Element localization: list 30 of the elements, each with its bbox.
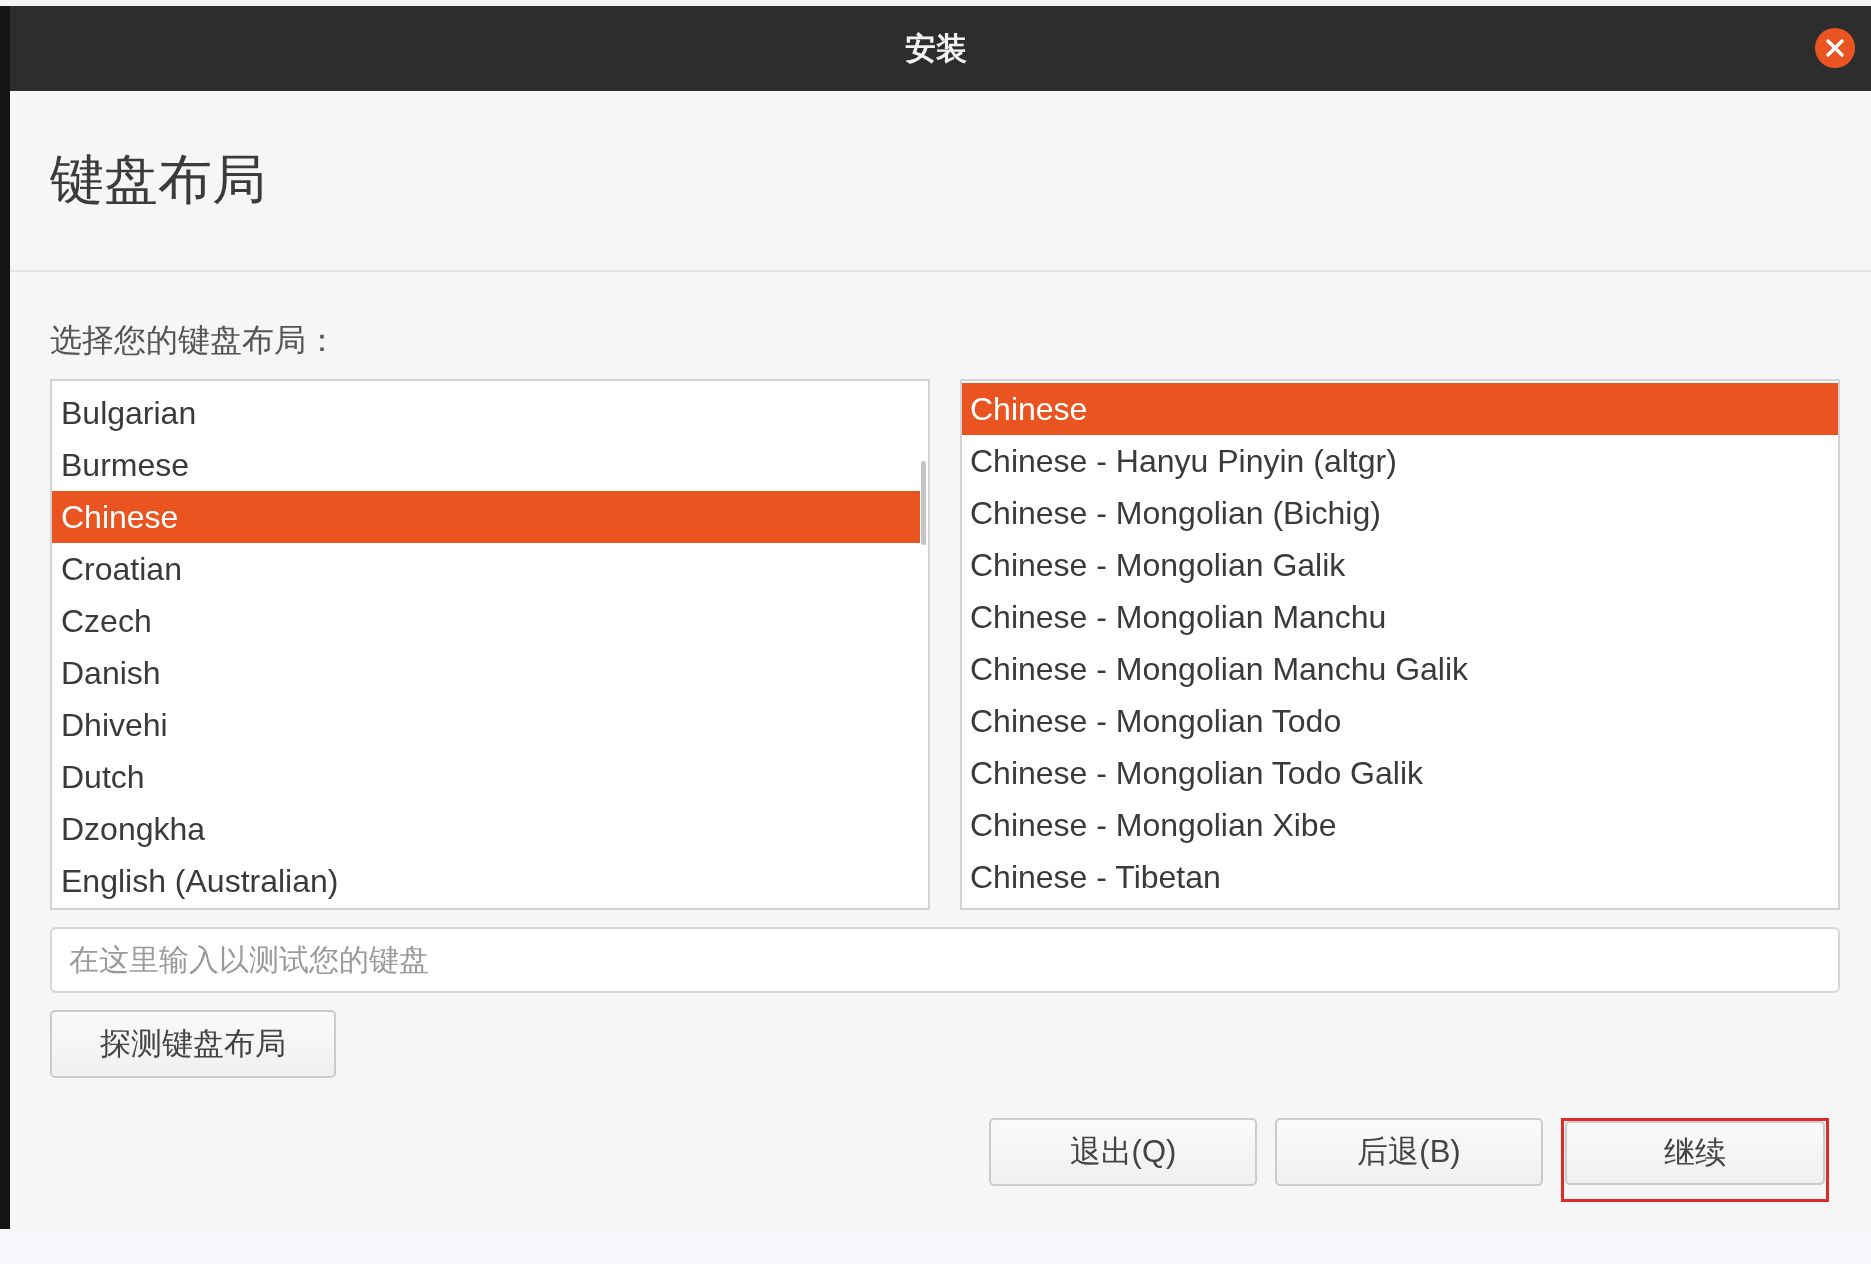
list-item[interactable]: Czech — [52, 595, 920, 647]
list-item[interactable]: Bulgarian — [52, 387, 920, 439]
window-title: 安装 — [904, 29, 967, 68]
list-item[interactable]: Chinese — [52, 491, 920, 543]
list-item[interactable]: Chinese - Mongolian (Bichig) — [962, 487, 1838, 539]
list-item[interactable]: Chinese - Mongolian Todo — [962, 695, 1838, 747]
list-item[interactable]: Chinese - Mongolian Todo Galik — [962, 747, 1838, 799]
dialog-button[interactable]: 继续 — [1565, 1121, 1825, 1185]
page-heading: 键盘布局 — [50, 148, 266, 211]
list-item[interactable]: English (Australian) — [52, 855, 920, 907]
list-item[interactable]: Dzongkha — [52, 803, 920, 855]
close-icon[interactable] — [1815, 28, 1855, 68]
dialog-button[interactable]: 后退(B) — [1275, 1118, 1543, 1186]
dialog-button[interactable]: 退出(Q) — [989, 1118, 1257, 1186]
list-item[interactable]: Danish — [52, 647, 920, 699]
detect-layout-button[interactable]: 探测键盘布局 — [50, 1010, 336, 1078]
list-item[interactable]: Chinese - Hanyu Pinyin (altgr) — [962, 435, 1838, 487]
list-item[interactable]: Chinese - Tibetan — [962, 851, 1838, 903]
list-item[interactable]: Dhivehi — [52, 699, 920, 751]
prompt-label: 选择您的键盘布局： — [50, 321, 339, 360]
list-item[interactable]: Chinese — [962, 383, 1838, 435]
list-item[interactable]: Chinese - Mongolian Manchu Galik — [962, 643, 1838, 695]
list-item[interactable]: Dutch — [52, 751, 920, 803]
test-input-field[interactable]: 在这里输入以测试您的键盘 — [50, 927, 1840, 993]
list-item[interactable]: Chinese - Mongolian Xibe — [962, 799, 1838, 851]
list-item[interactable]: Chinese - Mongolian Galik — [962, 539, 1838, 591]
scrollbar-thumb[interactable] — [921, 461, 926, 545]
list-item[interactable]: Chinese - Mongolian Manchu — [962, 591, 1838, 643]
list-item[interactable]: Burmese — [52, 439, 920, 491]
list-item[interactable]: Croatian — [52, 543, 920, 595]
